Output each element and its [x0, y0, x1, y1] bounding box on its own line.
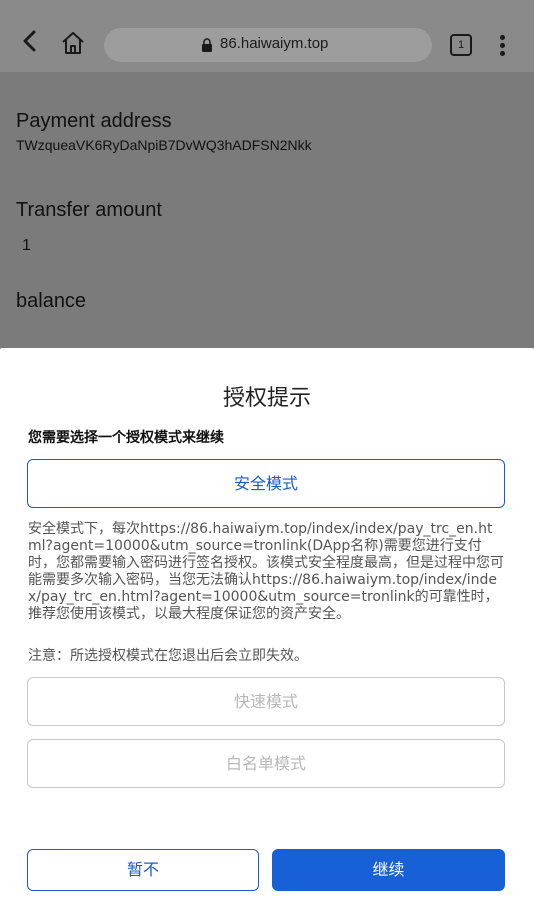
balance-label: balance: [16, 290, 87, 312]
cancel-button[interactable]: 暂不: [27, 849, 259, 891]
sheet-subtitle: 您需要选择一个授权模式来继续: [28, 430, 224, 446]
more-menu-icon[interactable]: [492, 32, 512, 60]
payment-page: Payment address TWzqueaVK6RyDaNpiB7DvWQ3…: [0, 72, 534, 348]
payment-address-label: Payment address: [16, 110, 172, 132]
tab-switcher-button[interactable]: 1: [450, 34, 472, 56]
browser-toolbar: 86.haiwaiym.top 1: [0, 0, 534, 72]
secure-mode-description: 安全模式下，每次https://86.haiwaiym.top/index/in…: [28, 521, 504, 622]
continue-button[interactable]: 继续: [272, 849, 505, 891]
home-icon[interactable]: [60, 30, 86, 56]
transfer-amount-value: 1: [22, 237, 31, 254]
secure-mode-button[interactable]: 安全模式: [27, 459, 505, 508]
back-arrow-icon[interactable]: [18, 28, 44, 54]
address-bar[interactable]: 86.haiwaiym.top: [104, 28, 432, 62]
fast-mode-button[interactable]: 快速模式: [27, 677, 505, 726]
sheet-title: 授权提示: [222, 386, 311, 411]
authorization-sheet: 授权提示 您需要选择一个授权模式来继续 安全模式 安全模式下，每次https:/…: [0, 348, 534, 916]
url-text: 86.haiwaiym.top: [220, 35, 329, 52]
payment-address-value: TWzqueaVK6RyDaNpiB7DvWQ3hADFSN2Nkk: [16, 137, 312, 153]
transfer-amount-label: Transfer amount: [16, 199, 162, 221]
mode-note: 注意：所选授权模式在您退出后会立即失效。: [28, 648, 308, 664]
lock-icon: [202, 38, 212, 52]
whitelist-mode-button[interactable]: 白名单模式: [27, 739, 505, 788]
